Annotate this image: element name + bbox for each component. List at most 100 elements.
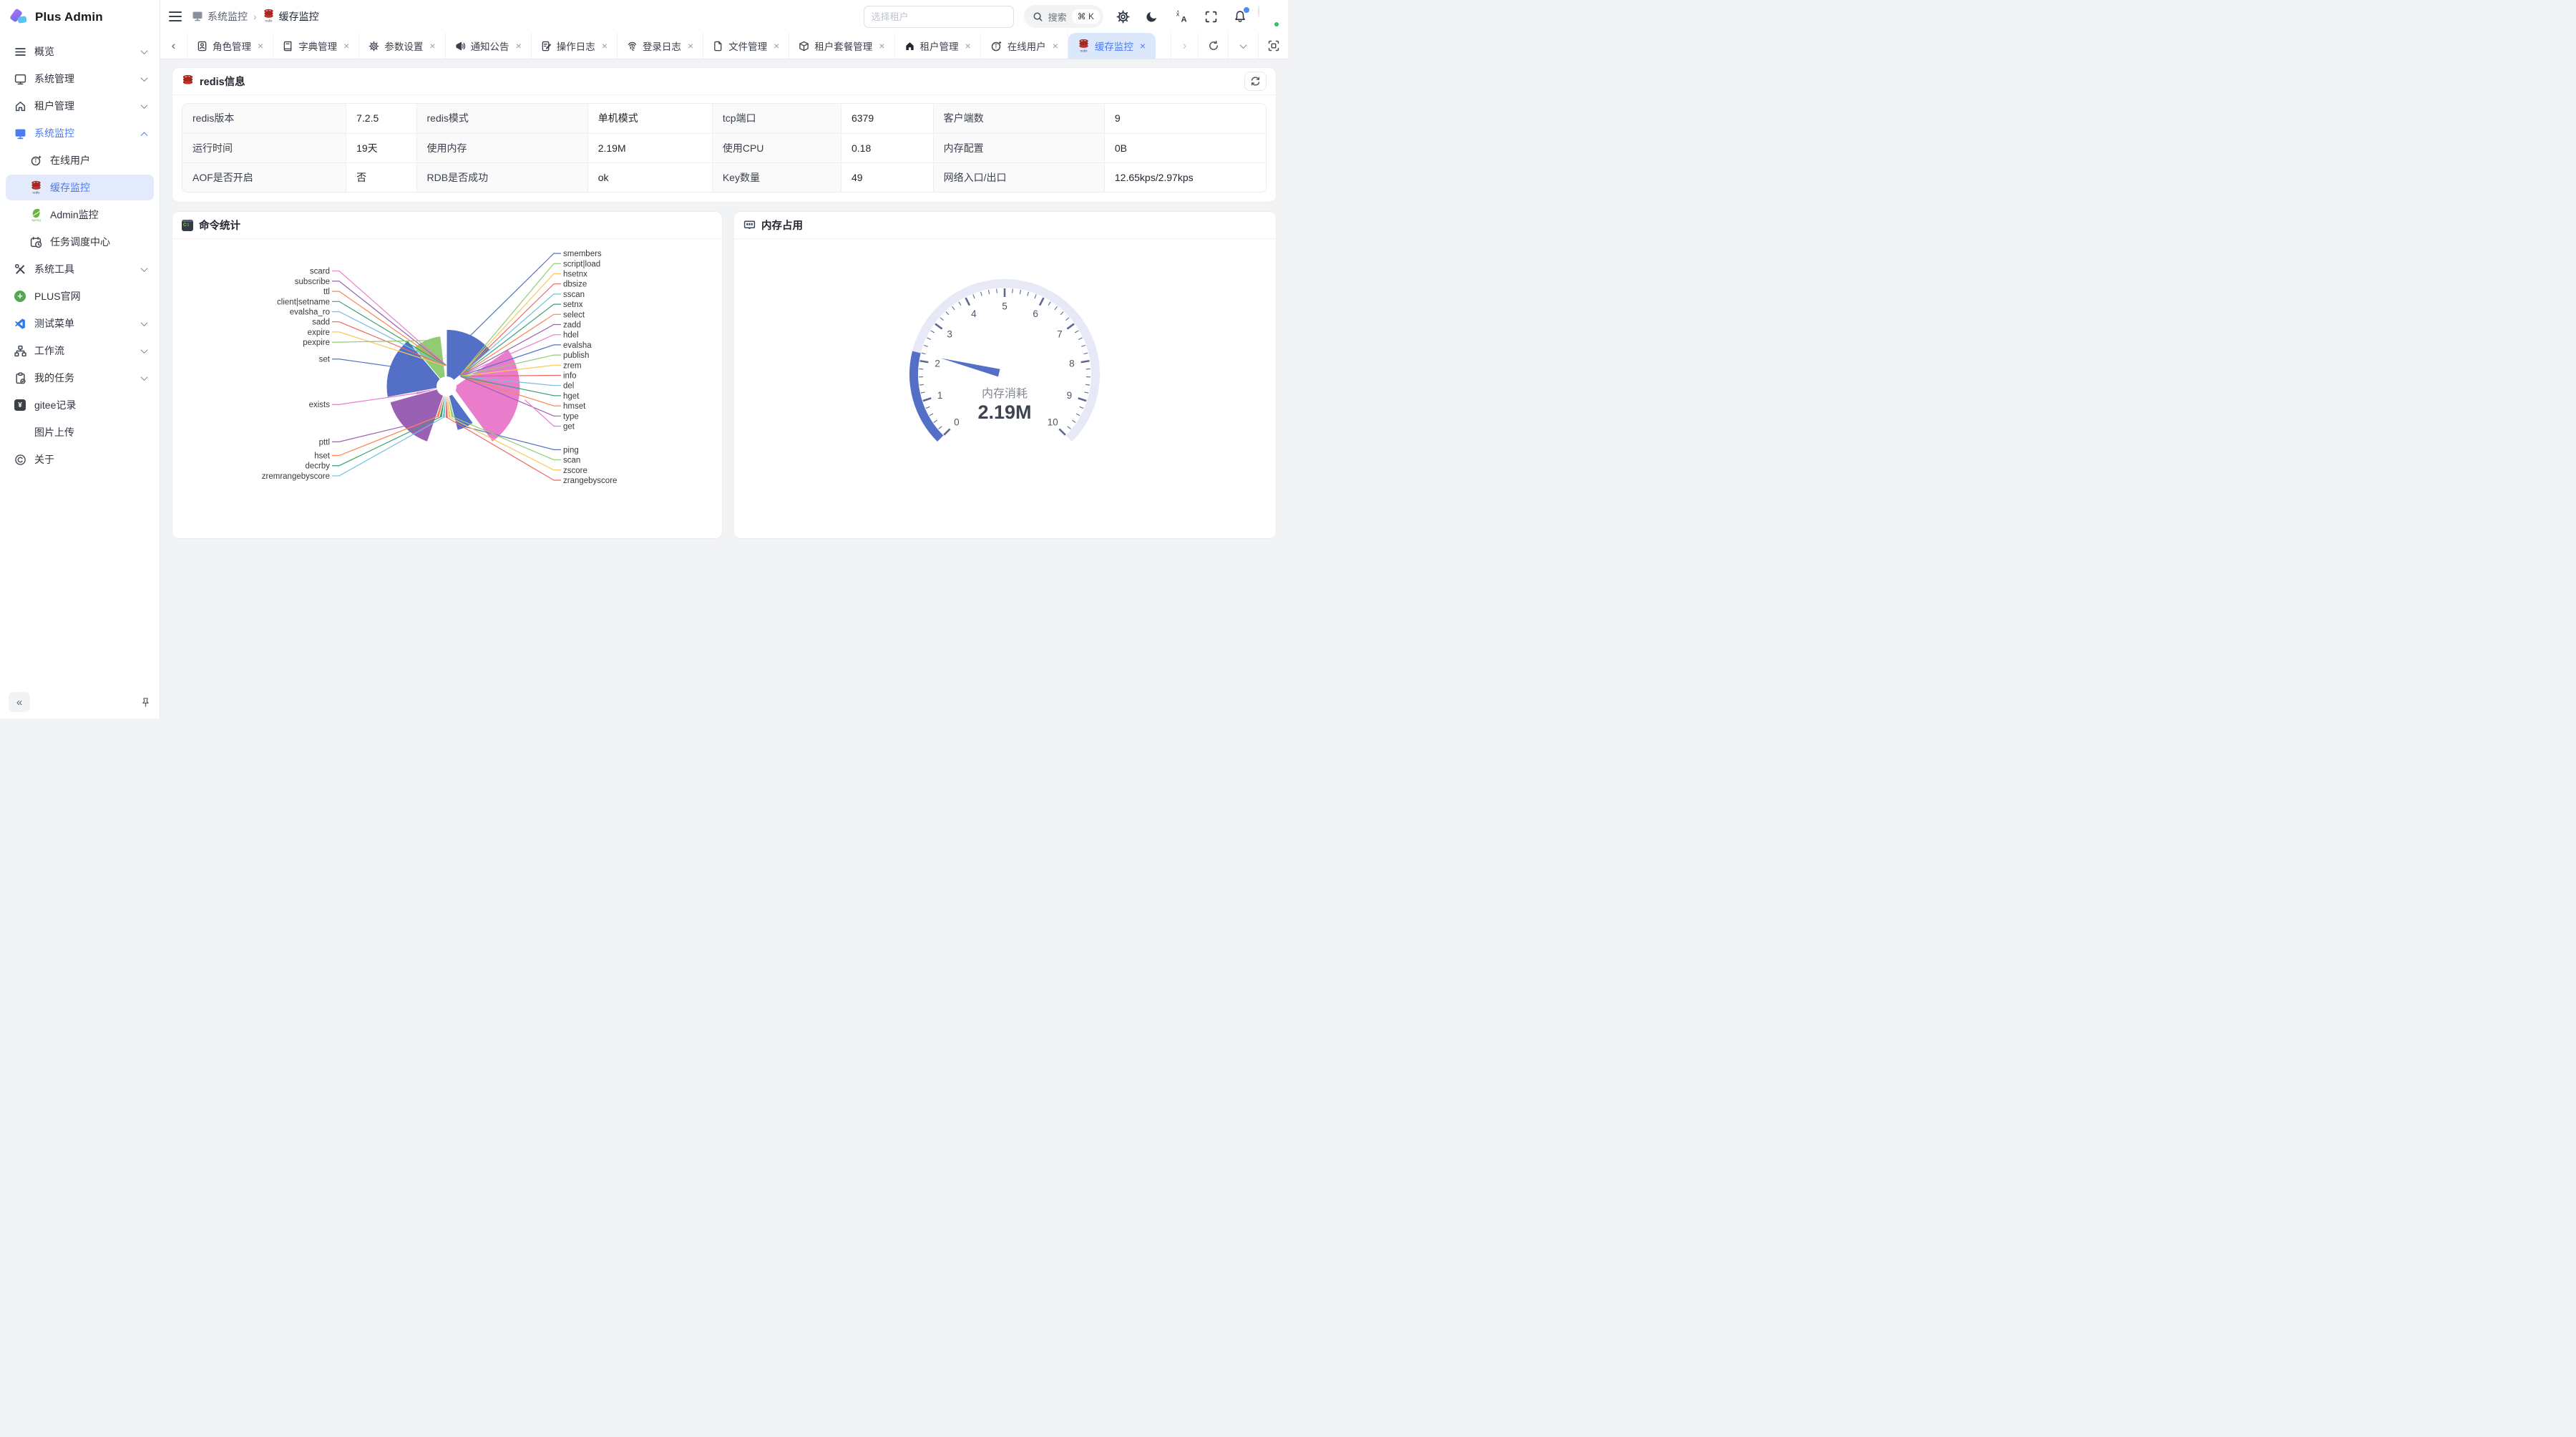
refresh-button[interactable] xyxy=(1244,72,1267,91)
tenant-select-input[interactable] xyxy=(864,6,1014,28)
info-value: 0B xyxy=(1104,133,1266,162)
tab-在线用户[interactable]: T在线用户× xyxy=(981,33,1068,59)
table-row: AOF是否开启否RDB是否成功okKey数量49网络入口/出口12.65kps/… xyxy=(182,162,1266,192)
tab-close-icon[interactable]: × xyxy=(429,41,435,51)
tools-icon xyxy=(13,262,27,276)
rose-label-expire: expire xyxy=(308,328,330,337)
gauge-tick-label: 3 xyxy=(947,329,952,340)
tab-menu-chevron-icon[interactable] xyxy=(1228,33,1258,59)
sidebar-item-PLUS官网[interactable]: +PLUS官网 xyxy=(6,283,154,309)
tabs: 角色管理×字典管理×参数设置×通知公告×操作日志×登录日志×文件管理×租户套餐管… xyxy=(187,33,1171,59)
sidebar-item-工作流[interactable]: 工作流 xyxy=(6,338,154,364)
tab-refresh-icon[interactable] xyxy=(1198,33,1228,59)
breadcrumb-label: 缓存监控 xyxy=(279,9,319,24)
sidebar-item-缓存监控[interactable]: redis缓存监控 xyxy=(6,175,154,200)
tab-close-icon[interactable]: × xyxy=(688,41,693,51)
tab-close-icon[interactable]: × xyxy=(879,41,884,51)
breadcrumb-label: 系统监控 xyxy=(208,9,248,24)
monitor-icon xyxy=(192,10,203,24)
info-label: 客户端数 xyxy=(933,104,1104,133)
tasks-icon xyxy=(13,371,27,385)
rose-label-hset: hset xyxy=(314,452,331,461)
sidebar-item-在线用户[interactable]: T在线用户 xyxy=(6,147,154,173)
hamburger-icon[interactable] xyxy=(169,11,182,21)
tab-close-icon[interactable]: × xyxy=(1053,41,1058,51)
app-root: Plus Admin 概览系统管理租户管理系统监控T在线用户redis缓存监控s… xyxy=(0,0,1288,718)
chevron-down-icon xyxy=(141,374,148,381)
breadcrumb-item-cache-monitor[interactable]: redis 缓存监控 xyxy=(263,9,319,25)
sidebar-item-我的任务[interactable]: 我的任务 xyxy=(6,365,154,391)
gauge-tick-label: 9 xyxy=(1067,390,1073,401)
rose-label-pexpire: pexpire xyxy=(303,338,330,347)
dark-mode-moon-icon[interactable] xyxy=(1144,9,1160,24)
rose-label-hdel: hdel xyxy=(563,331,579,340)
tab-close-icon[interactable]: × xyxy=(602,41,608,51)
rose-label-hget: hget xyxy=(563,392,580,401)
tab-close-icon[interactable]: × xyxy=(774,41,779,51)
tab-close-icon[interactable]: × xyxy=(965,41,971,51)
search-button[interactable]: 搜索 ⌘ K xyxy=(1024,5,1103,28)
sidebar-item-label: gitee记录 xyxy=(34,398,147,412)
sidebar-item-租户管理[interactable]: 租户管理 xyxy=(6,93,154,119)
sidebar-item-gitee记录[interactable]: ¥ gitee记录 xyxy=(6,392,154,418)
sidebar-item-系统监控[interactable]: 系统监控 xyxy=(6,120,154,146)
tabs-scroll-left[interactable]: ‹ xyxy=(160,33,187,59)
tab-缓存监控[interactable]: redis缓存监控× xyxy=(1068,33,1156,59)
tab-参数设置[interactable]: 参数设置 × xyxy=(359,33,445,59)
tabs-scroll-right[interactable]: › xyxy=(1171,33,1198,59)
chevron-down-icon xyxy=(141,47,148,54)
gitee-icon: ¥ xyxy=(13,398,27,412)
breadcrumb-item-system-monitor[interactable]: 系统监控 xyxy=(192,9,248,24)
sidebar-collapse-button[interactable]: « xyxy=(9,692,30,712)
chevron-down-icon xyxy=(141,265,148,272)
sidebar-item-图片上传[interactable]: 图片上传 xyxy=(6,419,154,445)
sidebar-item-测试菜单[interactable]: 测试菜单 xyxy=(6,311,154,336)
gauge-tick-label: 2 xyxy=(935,359,940,369)
tab-租户套餐管理[interactable]: 租户套餐管理× xyxy=(789,33,894,59)
tab-通知公告[interactable]: 通知公告× xyxy=(446,33,532,59)
fullscreen-icon[interactable] xyxy=(1203,9,1219,24)
redis-info-card: redis信息 redis版本7.2.5redis模式 xyxy=(172,67,1277,203)
sidebar-item-任务调度中心[interactable]: 任务调度中心 xyxy=(6,229,154,255)
sidebar-item-系统工具[interactable]: 系统工具 xyxy=(6,256,154,282)
sidebar-item-Admin监控[interactable]: springAdmin监控 xyxy=(6,202,154,228)
doc-edit-icon xyxy=(541,41,552,52)
tab-操作日志[interactable]: 操作日志× xyxy=(532,33,618,59)
search-label: 搜索 xyxy=(1048,10,1067,24)
tab-close-icon[interactable]: × xyxy=(1140,41,1146,51)
sidebar-item-概览[interactable]: 概览 xyxy=(6,39,154,64)
info-value: ok xyxy=(587,162,712,192)
tab-close-icon[interactable]: × xyxy=(343,41,349,51)
pin-icon[interactable] xyxy=(140,697,151,708)
book-icon xyxy=(283,41,293,52)
svg-text:T: T xyxy=(34,157,37,164)
rose-label-subscribe: subscribe xyxy=(295,278,330,286)
translate-icon[interactable]: x A xyxy=(1174,9,1189,24)
search-icon xyxy=(1033,11,1043,22)
content-fullscreen-icon[interactable] xyxy=(1258,33,1288,59)
info-label: 使用CPU xyxy=(712,133,841,162)
gear-icon[interactable] xyxy=(1115,9,1131,24)
tab-登录日志[interactable]: 登录日志× xyxy=(618,33,703,59)
chevron-down-icon xyxy=(141,346,148,354)
rose-label-publish: publish xyxy=(563,351,589,360)
none-icon xyxy=(13,425,27,439)
sidebar-item-关于[interactable]: 关于 xyxy=(6,447,154,472)
tab-字典管理[interactable]: 字典管理 × xyxy=(273,33,359,59)
bell-icon[interactable] xyxy=(1232,9,1248,24)
tab-文件管理[interactable]: 文件管理× xyxy=(703,33,789,59)
rose-label-zrem: zrem xyxy=(563,361,582,370)
tab-close-icon[interactable]: × xyxy=(258,41,263,51)
search-shortcut: ⌘ K xyxy=(1072,9,1100,24)
menu-icon xyxy=(13,44,27,59)
tab-角色管理[interactable]: 角色管理× xyxy=(187,33,273,59)
tab-label: 字典管理 xyxy=(298,39,337,53)
tab-close-icon[interactable]: × xyxy=(516,41,522,51)
table-row: redis版本7.2.5redis模式单机模式tcp端口6379客户端数9 xyxy=(182,104,1266,133)
gauge-tick-label: 10 xyxy=(1048,417,1058,428)
sidebar-item-系统管理[interactable]: 系统管理 xyxy=(6,66,154,92)
tab-label: 参数设置 xyxy=(384,39,423,53)
tab-租户管理[interactable]: 租户管理× xyxy=(895,33,981,59)
avatar[interactable] xyxy=(1258,6,1279,27)
info-label: 使用内存 xyxy=(416,133,587,162)
